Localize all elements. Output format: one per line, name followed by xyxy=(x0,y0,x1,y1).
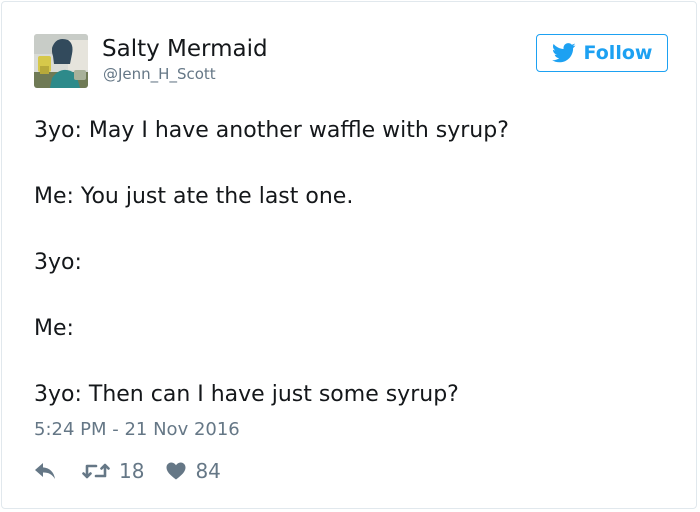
avatar[interactable] xyxy=(34,34,88,88)
tweet-actions: 18 84 xyxy=(34,457,221,485)
tweet-card: Salty Mermaid @Jenn_H_Scott Follow 3yo: … xyxy=(1,1,697,509)
avatar-photo xyxy=(34,34,88,88)
retweet-icon xyxy=(82,461,110,481)
like-button[interactable]: 84 xyxy=(166,459,221,483)
reply-icon xyxy=(34,462,56,480)
tweet-line: 3yo: xyxy=(34,250,82,275)
twitter-bird-icon xyxy=(551,43,576,63)
retweet-count: 18 xyxy=(119,459,145,483)
tweet-text: 3yo: May I have another waffle with syru… xyxy=(34,116,674,446)
tweet-line: 3yo: May I have another waffle with syru… xyxy=(34,118,509,143)
user-handle[interactable]: @Jenn_H_Scott xyxy=(103,64,216,84)
follow-label: Follow xyxy=(583,42,653,64)
heart-icon xyxy=(166,462,186,480)
display-name[interactable]: Salty Mermaid xyxy=(102,35,268,63)
reply-button[interactable] xyxy=(34,462,56,480)
follow-button[interactable]: Follow xyxy=(536,34,668,72)
like-count: 84 xyxy=(195,459,221,483)
tweet-line: Me: You just ate the last one. xyxy=(34,184,354,209)
retweet-button[interactable]: 18 xyxy=(82,459,144,483)
tweet-line: 3yo: Then can I have just some syrup? xyxy=(34,382,459,407)
tweet-line: Me: xyxy=(34,316,74,341)
tweet-timestamp[interactable]: 5:24 PM - 21 Nov 2016 xyxy=(34,418,240,442)
